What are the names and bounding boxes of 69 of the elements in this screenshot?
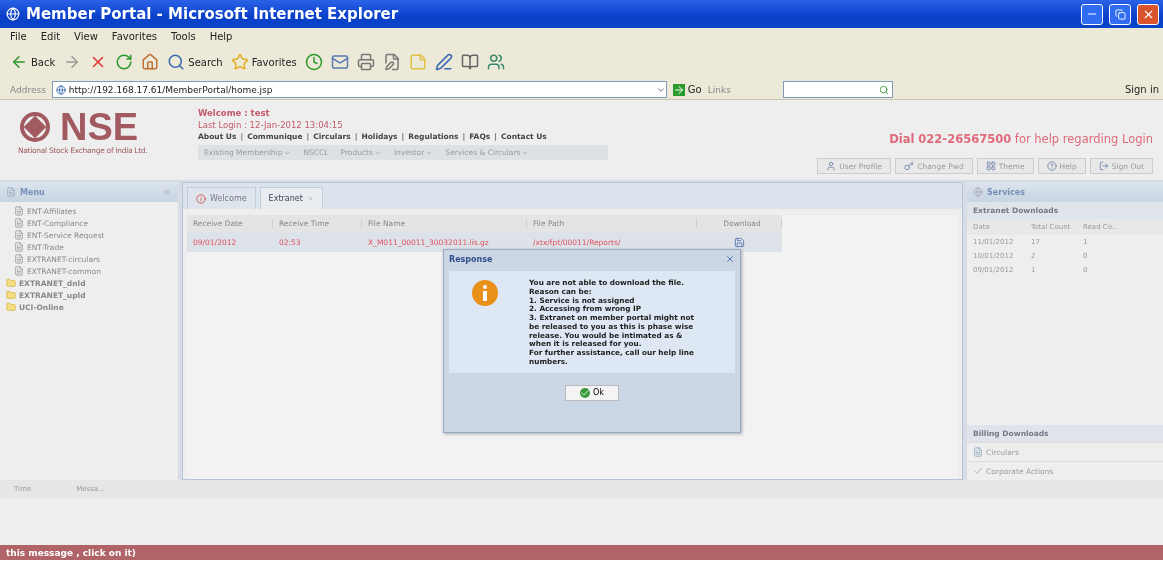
page-icon <box>14 206 24 216</box>
menu-item[interactable]: Help <box>209 30 233 42</box>
page-icon <box>14 218 24 228</box>
helpline-text: Dial 022-26567500 for help regarding Login <box>889 132 1153 146</box>
help-icon <box>1046 161 1057 171</box>
home-icon[interactable] <box>141 53 160 71</box>
links-label[interactable]: Links <box>707 84 731 95</box>
refresh-icon[interactable] <box>115 53 134 71</box>
user-icon <box>826 161 837 171</box>
restore-icon <box>1114 8 1126 20</box>
key-icon <box>904 161 915 171</box>
page-icon <box>14 266 24 276</box>
dialog-title: Response <box>449 254 493 264</box>
services-icon <box>973 187 983 197</box>
search-icon <box>878 84 889 95</box>
menu-item[interactable]: Tools <box>171 30 196 42</box>
people-icon[interactable] <box>486 53 505 71</box>
logo: NSE <box>60 108 139 146</box>
close-button[interactable] <box>1137 3 1159 25</box>
menu-item[interactable]: File <box>10 30 27 42</box>
go-button[interactable]: Go <box>672 83 702 96</box>
sign-in-button[interactable]: Sign in <box>1124 84 1159 95</box>
toolbar-button[interactable]: Search <box>167 53 223 71</box>
ticker-text: this message , click on it) <box>6 547 136 558</box>
tab[interactable]: Extranet <box>259 187 323 209</box>
last-login-text: Last Login : 12-Jan-2012 13:04:15 <box>198 120 344 130</box>
address-label: Address <box>10 84 46 95</box>
menu-item[interactable]: Favorites <box>111 30 157 42</box>
grid-icon <box>985 161 996 171</box>
ie-icon <box>6 7 20 21</box>
close-icon[interactable] <box>725 254 735 264</box>
menu-item[interactable]: View <box>74 30 98 42</box>
page-icon <box>973 447 983 457</box>
restore-button[interactable] <box>1109 3 1131 25</box>
sign-out-icon <box>1098 161 1109 171</box>
search-field[interactable] <box>782 81 893 98</box>
folder-icon <box>6 290 16 300</box>
page-icon <box>14 230 24 240</box>
menu-icon <box>6 187 16 197</box>
search-icon <box>167 53 186 71</box>
toolbar-button[interactable]: Back <box>10 53 56 71</box>
printer-icon[interactable] <box>356 53 375 71</box>
book-icon[interactable] <box>460 53 479 71</box>
minimize-button[interactable] <box>1081 3 1103 25</box>
window-title: Member Portal - Microsoft Internet Explorer <box>26 5 400 23</box>
page-icon <box>55 84 66 95</box>
ok-button[interactable]: Ok <box>565 384 619 401</box>
clock-icon[interactable] <box>304 53 323 71</box>
panel-title: Menu <box>20 187 46 197</box>
folder-icon <box>6 302 16 312</box>
menu-item[interactable]: Edit <box>40 30 61 42</box>
folder-icon <box>6 278 16 288</box>
check-icon <box>580 387 591 398</box>
address-field[interactable]: http://192.168.17.61/MemberPortal/home.jsp <box>51 81 667 98</box>
welcome-text: Welcome : test <box>198 108 271 118</box>
mail-icon[interactable] <box>330 53 349 71</box>
pen-icon[interactable] <box>434 53 453 71</box>
go-icon <box>672 83 685 96</box>
info-icon <box>196 193 206 204</box>
info-icon <box>471 279 499 307</box>
panel-title: Services <box>987 187 1027 197</box>
check-icon <box>973 466 983 476</box>
star-icon <box>230 53 249 71</box>
toolbar-button[interactable]: Favorites <box>230 53 297 71</box>
save-icon[interactable] <box>734 236 745 248</box>
tab[interactable]: Welcome <box>187 187 256 209</box>
page-icon <box>14 242 24 252</box>
edit-icon[interactable] <box>382 53 401 71</box>
page-icon <box>14 254 24 264</box>
